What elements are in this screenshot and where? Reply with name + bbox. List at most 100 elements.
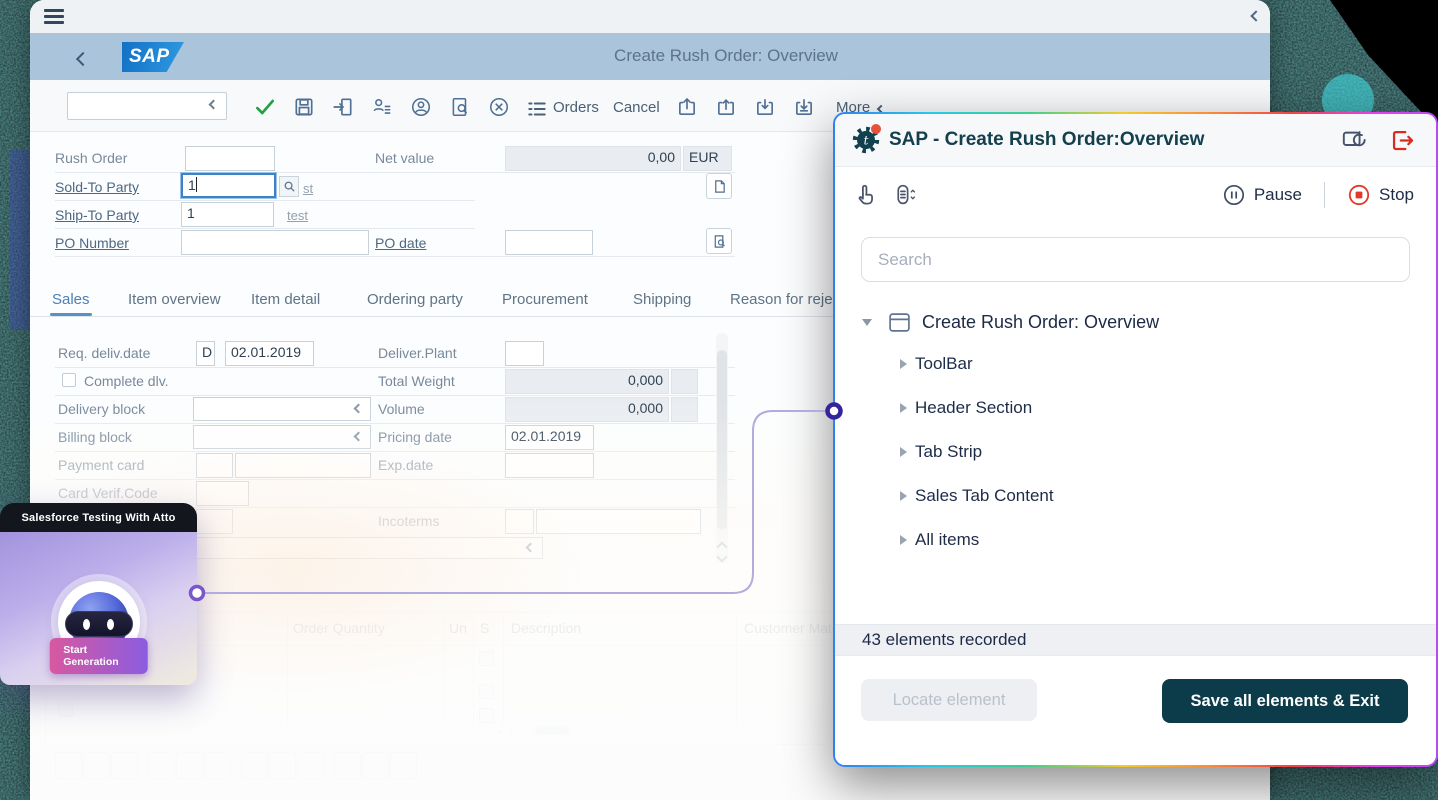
download-icon[interactable] (793, 96, 815, 118)
content-scrollbar-thumb[interactable] (717, 350, 727, 530)
tree-node-tab-strip[interactable]: Tab Strip (835, 430, 1436, 474)
billing-block-dropdown[interactable] (193, 425, 371, 449)
hidden-row-field[interactable] (196, 509, 233, 534)
row-checkbox[interactable] (479, 684, 494, 699)
elements-recorded-status: 43 elements recorded (835, 624, 1436, 656)
tree-node-all-items[interactable]: All items (835, 518, 1436, 562)
scroll-capture-icon[interactable] (892, 182, 917, 207)
req-deliv-date-field[interactable]: 02.01.2019 (225, 341, 314, 366)
incoterms-code-field[interactable] (505, 509, 534, 534)
cancel-button[interactable]: Cancel (613, 99, 660, 116)
svg-text:t: t (864, 134, 869, 148)
table-toolbar-button[interactable] (204, 752, 231, 779)
document-search-icon[interactable] (449, 96, 471, 118)
caret-down-icon[interactable] (862, 319, 872, 326)
payment-card-type-field[interactable] (196, 453, 233, 478)
tab-sales[interactable]: Sales (52, 291, 90, 308)
incoterms-text-field[interactable] (536, 509, 701, 534)
table-toolbar-button[interactable] (148, 752, 175, 779)
table-toolbar-button[interactable] (241, 752, 268, 779)
delivery-block-dropdown[interactable] (193, 397, 371, 421)
complete-dlv-checkbox[interactable] (62, 373, 76, 387)
row-checkbox[interactable] (479, 708, 494, 723)
hamburger-menu-icon[interactable] (44, 9, 64, 24)
tree-node-toolbar[interactable]: ToolBar (835, 342, 1436, 386)
table-toolbar-button[interactable] (55, 752, 82, 779)
tree-node-sales-tab-content[interactable]: Sales Tab Content (835, 474, 1436, 518)
save-all-elements-button[interactable]: Save all elements & Exit (1162, 679, 1408, 723)
row-checkbox[interactable] (479, 651, 494, 666)
orders-list-icon[interactable] (526, 98, 548, 120)
pause-button[interactable]: Pause (1222, 183, 1302, 207)
sold-to-party-label[interactable]: Sold-To Party (55, 179, 139, 195)
rush-order-field[interactable] (185, 146, 275, 171)
value-help-button[interactable] (279, 176, 299, 197)
table-toolbar-button[interactable] (111, 752, 138, 779)
table-toolbar-button[interactable] (83, 752, 110, 779)
import-down-icon[interactable] (754, 96, 776, 118)
po-number-field[interactable] (181, 230, 369, 255)
hscroll-right-icon[interactable]: › (510, 726, 513, 737)
exit-recorder-icon[interactable] (1389, 127, 1416, 154)
payment-card-number-field[interactable] (235, 453, 371, 478)
table-toolbar-button[interactable] (362, 752, 389, 779)
caret-right-icon[interactable] (900, 491, 907, 501)
element-search-input[interactable] (861, 237, 1410, 282)
ship-to-party-field[interactable]: 1 (181, 202, 274, 227)
po-date-label[interactable]: PO date (375, 235, 426, 251)
hscroll-left-icon[interactable]: ‹ (498, 726, 501, 737)
table-toolbar-button[interactable] (176, 752, 203, 779)
caret-right-icon[interactable] (900, 359, 907, 369)
tree-node-header-section[interactable]: Header Section (835, 386, 1436, 430)
tab-ordering-party[interactable]: Ordering party (367, 291, 463, 308)
table-toolbar-button[interactable] (334, 752, 361, 779)
start-generation-button[interactable]: Start Generation (49, 638, 148, 674)
tap-capture-icon[interactable] (853, 182, 878, 207)
confirm-check-icon[interactable] (254, 96, 276, 118)
tab-shipping[interactable]: Shipping (633, 291, 691, 308)
pause-icon (1222, 183, 1246, 207)
total-weight-field: 0,000 (505, 369, 669, 394)
back-button[interactable] (78, 51, 88, 69)
row-select-checkbox[interactable] (58, 702, 73, 717)
table-toolbar-button[interactable] (297, 752, 324, 779)
orders-button[interactable]: Orders (553, 99, 599, 116)
command-field[interactable] (67, 92, 227, 120)
share-up-icon[interactable] (676, 96, 698, 118)
exit-icon[interactable] (332, 96, 354, 118)
deliver-plant-field[interactable] (505, 341, 544, 366)
locate-element-button[interactable]: Locate element (861, 679, 1037, 721)
export-up-icon[interactable] (715, 96, 737, 118)
net-value-field: 0,00 (505, 146, 681, 171)
exp-date-field[interactable] (505, 453, 594, 478)
user-list-icon[interactable] (371, 96, 393, 118)
caret-right-icon[interactable] (900, 535, 907, 545)
user-circle-icon[interactable] (410, 96, 432, 118)
caret-right-icon[interactable] (900, 447, 907, 457)
document-lookup-button[interactable] (706, 228, 732, 254)
restore-window-icon[interactable] (1341, 127, 1368, 154)
po-date-field[interactable] (505, 230, 593, 255)
tree-root-node[interactable]: Create Rush Order: Overview (835, 302, 1436, 342)
table-toolbar-button[interactable] (269, 752, 296, 779)
table-toolbar-button[interactable] (390, 752, 417, 779)
ship-to-party-label[interactable]: Ship-To Party (55, 207, 139, 223)
weight-unit-field (671, 369, 698, 394)
po-number-label[interactable]: PO Number (55, 235, 129, 251)
table-hscrollbar[interactable] (535, 726, 569, 735)
card-verif-code-field[interactable] (196, 481, 249, 506)
stop-button[interactable]: Stop (1347, 183, 1414, 207)
caret-right-icon[interactable] (900, 403, 907, 413)
order-reason-dropdown[interactable] (143, 537, 543, 559)
sold-to-party-field[interactable]: 1 (181, 173, 276, 198)
tab-procurement[interactable]: Procurement (502, 291, 588, 308)
tree-root-label: Create Rush Order: Overview (922, 312, 1159, 333)
collapse-chevron-icon[interactable] (1250, 10, 1261, 21)
copy-document-button[interactable] (706, 173, 732, 199)
pricing-date-field[interactable]: 02.01.2019 (505, 425, 594, 450)
tab-item-detail[interactable]: Item detail (251, 291, 320, 308)
req-deliv-type-field[interactable]: D (196, 341, 215, 366)
tab-item-overview[interactable]: Item overview (128, 291, 221, 308)
cancel-circle-icon[interactable] (488, 96, 510, 118)
save-icon[interactable] (293, 96, 315, 118)
